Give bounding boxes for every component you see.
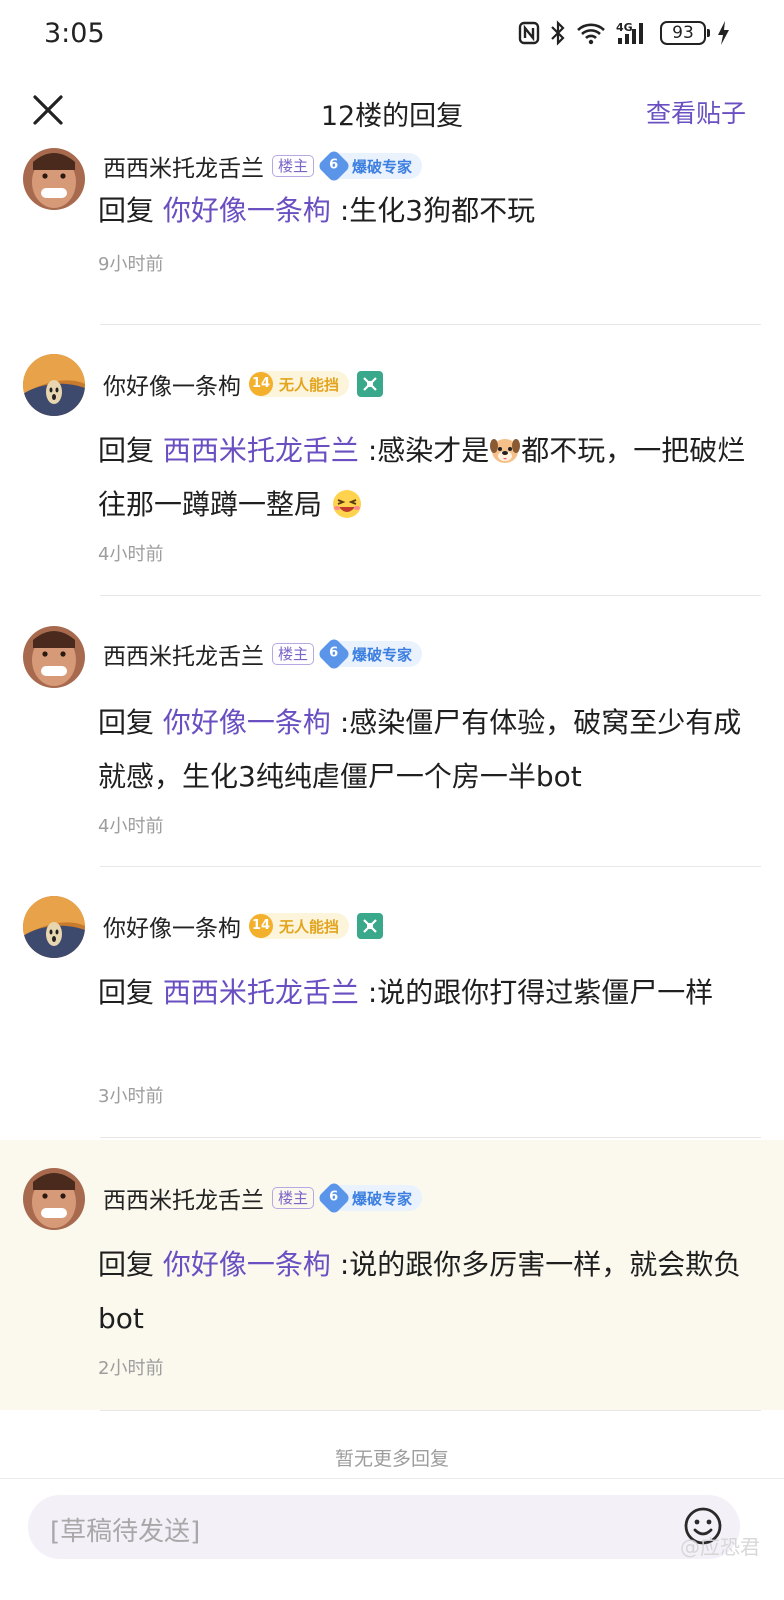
mention-link[interactable]: 西西米托龙舌兰	[163, 434, 359, 467]
user-line: 你好像一条枸 14 无人能挡	[103, 367, 384, 401]
level-title: 爆破专家	[352, 645, 413, 664]
watermark: @应恐君	[680, 1535, 760, 1559]
battery-icon: 93	[660, 21, 710, 45]
dog-face-emoji-icon	[490, 439, 521, 463]
timestamp: 9小时前	[98, 254, 164, 275]
username[interactable]: 你好像一条枸	[103, 909, 241, 943]
charging-icon	[718, 21, 729, 45]
divider	[100, 866, 761, 867]
owner-tag: 楼主	[272, 1187, 315, 1209]
username[interactable]: 西西米托龙舌兰	[103, 1181, 264, 1215]
divider	[100, 595, 761, 596]
bottom-bar: [草稿待发送] @应恐君	[0, 1478, 784, 1600]
user-line: 西西米托龙舌兰 楼主 6 爆破专家	[103, 1181, 423, 1215]
reply-input-placeholder: [草稿待发送]	[50, 1517, 201, 1547]
timestamp: 3小时前	[98, 1086, 164, 1107]
laughing-face-emoji-icon	[332, 490, 361, 518]
user-line: 西西米托龙舌兰 楼主 6 爆破专家	[103, 149, 423, 183]
reply-text: 回复 你好像一条枸 :生化3狗都不玩	[98, 184, 748, 238]
level-badge: 14 无人能挡	[249, 371, 350, 397]
level-number: 6	[317, 1181, 351, 1215]
avatar[interactable]	[23, 1168, 85, 1230]
reply-body: :感染才是	[358, 434, 490, 467]
level-number: 6	[317, 637, 351, 671]
nfc-icon	[518, 21, 540, 45]
level-badge: 6 爆破专家	[317, 149, 423, 183]
username[interactable]: 你好像一条枸	[103, 367, 241, 401]
owner-tag: 楼主	[272, 643, 315, 665]
timestamp: 4小时前	[98, 544, 164, 565]
reply-text: 回复 你好像一条枸 :感染僵尸有体验，破窝至少有成就感，生化3纯纯虐僵尸一个房一…	[98, 696, 748, 804]
bluetooth-icon	[551, 20, 565, 46]
cellular-4g-icon: 4G	[616, 21, 643, 44]
level-number: 14	[249, 914, 273, 938]
level-title: 无人能挡	[279, 375, 340, 394]
reply-text: 回复 西西米托龙舌兰 :感染才是 都不玩，一把破烂往那一蹲蹲一整局	[98, 424, 748, 532]
reply-input[interactable]: [草稿待发送]	[28, 1495, 740, 1559]
divider	[100, 324, 761, 325]
username[interactable]: 西西米托龙舌兰	[103, 637, 264, 671]
reply-item: 你好像一条枸 14无人能挡 赞 回复 西西米托龙舌兰 :说的跟你打得过紫僵尸一样…	[0, 888, 784, 1138]
reply-item: 西西米托龙舌兰 楼主 6爆破专家 赞 回复 你好像一条枸 :感染僵尸有体验，破窝…	[0, 616, 784, 868]
avatar[interactable]	[23, 354, 85, 416]
view-post-link[interactable]: 查看贴子	[646, 94, 746, 130]
mention-link[interactable]: 你好像一条枸	[163, 706, 331, 739]
divider	[100, 1410, 761, 1411]
user-line: 西西米托龙舌兰 楼主 6 爆破专家	[103, 637, 423, 671]
reply-body: :生化3狗都不玩	[330, 194, 536, 227]
divider	[100, 1137, 761, 1138]
user-line: 你好像一条枸 14 无人能挡	[103, 909, 384, 943]
level-badge: 14 无人能挡	[249, 913, 350, 939]
reply-text: 回复 你好像一条枸 :说的跟你多厉害一样，就会欺负bot	[98, 1238, 748, 1346]
reply-item: 西西米托龙舌兰 楼主 6爆破专家 赞 回复 你好像一条枸 :生化3狗都不玩 9小…	[0, 146, 784, 326]
svg-text:4G: 4G	[616, 21, 633, 34]
game-icon	[357, 371, 384, 397]
timestamp: 4小时前	[98, 816, 164, 837]
nav-header: 12楼的回复 查看贴子	[0, 76, 784, 146]
level-title: 爆破专家	[352, 157, 413, 176]
username[interactable]: 西西米托龙舌兰	[103, 149, 264, 183]
level-number: 14	[249, 372, 273, 396]
mention-link[interactable]: 你好像一条枸	[163, 194, 331, 227]
reply-prefix: 回复	[98, 1248, 155, 1281]
avatar[interactable]	[23, 896, 85, 958]
status-time: 3:05	[44, 18, 105, 49]
reply-prefix: 回复	[98, 434, 155, 467]
mention-link[interactable]: 你好像一条枸	[163, 1248, 331, 1281]
status-bar: 3:05 4G 93	[0, 0, 784, 66]
level-number: 6	[317, 149, 351, 183]
wifi-icon	[577, 23, 605, 45]
reply-body: :说的跟你打得过紫僵尸一样	[358, 976, 714, 1009]
mention-link[interactable]: 西西米托龙舌兰	[163, 976, 359, 1009]
level-badge: 6 爆破专家	[317, 1181, 423, 1215]
avatar[interactable]	[23, 626, 85, 688]
reply-prefix: 回复	[98, 976, 155, 1009]
reply-text: 回复 西西米托龙舌兰 :说的跟你打得过紫僵尸一样	[98, 966, 748, 1020]
status-icons: 4G 93	[518, 18, 730, 48]
reply-list[interactable]: 西西米托龙舌兰 楼主 6爆破专家 赞 回复 你好像一条枸 :生化3狗都不玩 9小…	[0, 146, 784, 1504]
owner-tag: 楼主	[272, 155, 315, 177]
reply-item: 你好像一条枸 14无人能挡 赞 回复 西西米托龙舌兰 :感染才是都不玩，一把破烂…	[0, 346, 784, 596]
timestamp: 2小时前	[98, 1358, 164, 1379]
level-title: 爆破专家	[352, 1189, 413, 1208]
level-title: 无人能挡	[279, 917, 340, 936]
reply-prefix: 回复	[98, 194, 155, 227]
no-more-replies: 暂无更多回复	[334, 1448, 449, 1470]
reply-item-highlighted: 西西米托龙舌兰 楼主 6爆破专家 赞 回复 你好像一条枸 :说的跟你多厉害一样，…	[0, 1140, 784, 1410]
level-badge: 6 爆破专家	[317, 637, 423, 671]
avatar[interactable]	[23, 148, 85, 210]
game-icon	[357, 913, 384, 939]
reply-prefix: 回复	[98, 706, 155, 739]
